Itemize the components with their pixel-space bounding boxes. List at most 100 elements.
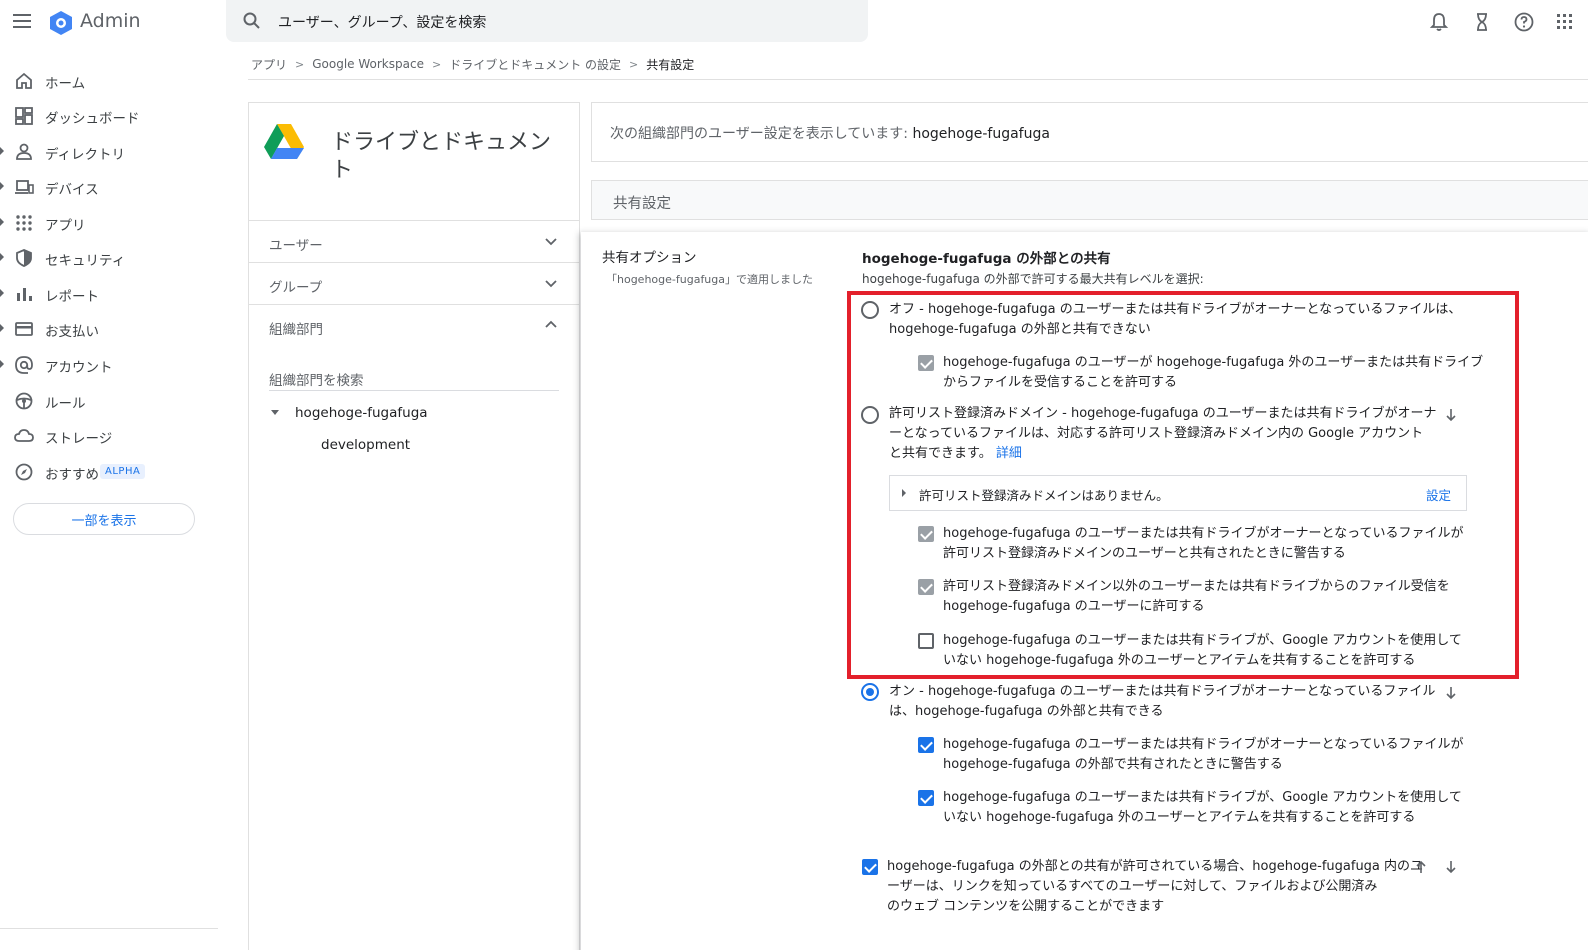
breadcrumb-divider	[248, 79, 1588, 80]
checkbox-on-non-google-label: hogehoge-fugafuga のユーザーまたは共有ドライブが、Google…	[943, 788, 1462, 828]
breadcrumb-item-apps[interactable]: アプリ	[251, 56, 287, 73]
sidebar-item-dashboard[interactable]: ダッシュボード	[0, 101, 215, 131]
details-link[interactable]: 詳細	[996, 446, 1022, 461]
org-unit-header-text: 次の組織部門のユーザー設定を表示しています: hogehoge-fugafuga	[610, 123, 1050, 143]
expand-arrow-icon	[902, 489, 906, 497]
checkbox-publish-line-2: ーザーは、リンクを知っているすべてのユーザーに対して、ファイルおよび公開済み	[887, 879, 1378, 894]
tree-collapse-icon[interactable]	[271, 410, 279, 415]
search-input[interactable]: ユーザー、グループ、設定を検索	[226, 0, 868, 42]
section-title: 共有設定	[613, 196, 671, 212]
hamburger-menu-icon[interactable]	[13, 14, 31, 28]
show-less-button[interactable]: 一部を表示	[13, 503, 195, 535]
sidebar-item-account[interactable]: アカウント	[0, 350, 215, 380]
radio-off-label: オフ - hogehoge-fugafuga のユーザーまたは共有ドライブがオー…	[889, 300, 1461, 340]
breadcrumb-separator-icon: >	[629, 57, 639, 71]
expand-arrow-icon	[0, 360, 4, 368]
checkbox-allow-receive[interactable]	[918, 579, 934, 595]
sidebar-item-label: おすすめ	[45, 467, 99, 483]
sidebar-item-recommendations[interactable]: おすすめ ALPHA	[0, 457, 215, 487]
sidebar-item-rules[interactable]: ルール	[0, 386, 215, 416]
apps-grid-icon[interactable]	[1554, 11, 1576, 33]
arrow-down-icon[interactable]	[1445, 860, 1457, 874]
checkbox-publish-line-1: hogehoge-fugafuga の外部との共有が許可されている場合、hoge…	[887, 859, 1424, 874]
sidebar-divider	[0, 928, 218, 929]
expand-arrow-icon	[0, 289, 4, 297]
allowlisted-domains-box[interactable]: 許可リスト登録済みドメインはありません。 設定	[889, 475, 1467, 511]
expand-arrow-icon	[0, 218, 4, 226]
sidebar-item-reports[interactable]: レポート	[0, 279, 215, 309]
panel-row-groups[interactable]: グループ	[249, 262, 579, 304]
alpha-badge: ALPHA	[100, 464, 146, 479]
radio-allowlisted-line-2: ーとなっているファイルは、対応する許可リスト登録済みドメイン内の Google …	[889, 426, 1424, 441]
sidebar-item-label: ホーム	[45, 76, 86, 92]
checkbox-on-warn[interactable]	[918, 737, 934, 753]
hourglass-icon[interactable]	[1471, 11, 1493, 33]
dashboard-icon	[15, 107, 33, 125]
checkbox-allow-non-google[interactable]	[918, 633, 934, 649]
expand-arrow-icon	[0, 147, 4, 155]
sidebar-item-label: デバイス	[45, 182, 99, 198]
checkbox-off-receive-label: hogehoge-fugafuga のユーザーが hogehoge-fugafu…	[943, 353, 1483, 393]
sidebar-item-storage[interactable]: ストレージ	[0, 421, 215, 451]
checkbox-on-warn-label: hogehoge-fugafuga のユーザーまたは共有ドライブがオーナーとなっ…	[943, 735, 1463, 775]
breadcrumb-item-drive-settings[interactable]: ドライブとドキュメント の設定	[449, 56, 621, 73]
sidebar-item-billing[interactable]: お支払い	[0, 314, 215, 344]
radio-allowlisted[interactable]	[861, 406, 879, 424]
help-icon[interactable]	[1513, 11, 1535, 33]
breadcrumb: アプリ > Google Workspace > ドライブとドキュメント の設定…	[251, 54, 694, 74]
allowlisted-domains-settings-link[interactable]: 設定	[1426, 485, 1451, 504]
arrow-down-icon[interactable]	[1445, 686, 1457, 700]
sharing-options-card: 共有オプション 「hogehoge-fugafuga」で適用しました hogeh…	[581, 232, 1588, 950]
checkbox-publish-line-3: のウェブ コンテンツを公開することができます	[887, 899, 1165, 914]
home-icon	[16, 72, 32, 89]
radio-allowlisted-line-3: と共有できます。	[889, 446, 992, 461]
arrow-down-icon[interactable]	[1445, 408, 1457, 422]
sidebar-item-label: ディレクトリ	[45, 147, 126, 163]
app-name: Admin	[80, 10, 141, 32]
checkbox-allow-warn[interactable]	[918, 526, 934, 542]
expand-arrow-icon	[0, 253, 4, 261]
panel-row-label: グループ	[269, 280, 323, 296]
sidebar-item-devices[interactable]: デバイス	[0, 172, 215, 202]
devices-icon	[15, 180, 34, 194]
checkbox-allow-non-google-label: hogehoge-fugafuga のユーザーまたは共有ドライブが、Google…	[943, 631, 1462, 671]
sidebar-item-home[interactable]: ホーム	[0, 66, 215, 96]
sidebar-item-label: アプリ	[45, 218, 86, 234]
org-unit-header: 次の組織部門のユーザー設定を表示しています: hogehoge-fugafuga	[591, 102, 1588, 162]
panel-row-users[interactable]: ユーザー	[249, 220, 579, 262]
breadcrumb-item-workspace[interactable]: Google Workspace	[312, 57, 424, 71]
admin-logo-icon[interactable]	[47, 9, 75, 37]
option-title: 共有オプション	[602, 250, 697, 266]
checkbox-allow-receive-label: 許可リスト登録済みドメイン以外のユーザーまたは共有ドライブからのファイル受信を …	[943, 577, 1450, 617]
radio-on-line-2: は、hogehoge-fugafuga の外部と共有できる	[889, 704, 1164, 719]
radio-off[interactable]	[861, 301, 879, 319]
sidebar-item-directory[interactable]: ディレクトリ	[0, 137, 215, 167]
sidebar-item-apps[interactable]: アプリ	[0, 208, 215, 238]
org-unit-child[interactable]: development	[321, 437, 410, 453]
option-applied-note: 「hogehoge-fugafuga」で適用しました	[606, 273, 814, 286]
section-header: 共有設定	[591, 180, 1588, 220]
org-unit-root[interactable]: hogehoge-fugafuga	[295, 405, 428, 421]
bell-icon[interactable]	[1428, 11, 1450, 33]
top-bar: Admin ユーザー、グループ、設定を検索	[0, 0, 1588, 46]
checkbox-on-non-google[interactable]	[918, 790, 934, 806]
chevron-down-icon	[545, 238, 557, 246]
sidebar-item-security[interactable]: セキュリティ	[0, 243, 215, 273]
checkbox-allow-non-google-line-1: hogehoge-fugafuga のユーザーまたは共有ドライブが、Google…	[943, 633, 1462, 648]
checkbox-allow-receive-line-2: hogehoge-fugafuga のユーザーに許可する	[943, 599, 1205, 614]
sidebar-item-label: お支払い	[45, 324, 99, 340]
sidebar-item-label: ストレージ	[45, 431, 113, 447]
chevron-up-icon	[545, 320, 557, 328]
breadcrumb-item-sharing: 共有設定	[646, 57, 695, 72]
org-unit-search-input[interactable]: 組織部門を検索	[269, 369, 559, 391]
arrow-up-icon[interactable]	[1415, 860, 1427, 874]
checkbox-off-receive[interactable]	[918, 355, 934, 371]
checkbox-allow-receive-line-1: 許可リスト登録済みドメイン以外のユーザーまたは共有ドライブからのファイル受信を	[943, 579, 1450, 594]
compass-icon	[15, 463, 33, 481]
sidebar-item-label: ルール	[45, 396, 86, 412]
checkbox-off-receive-line-2: からファイルを受信することを許可する	[943, 375, 1178, 390]
radio-on[interactable]	[861, 683, 879, 701]
panel-row-org-units[interactable]: 組織部門	[249, 304, 579, 346]
chevron-down-icon	[545, 280, 557, 288]
checkbox-publish[interactable]	[862, 859, 878, 875]
